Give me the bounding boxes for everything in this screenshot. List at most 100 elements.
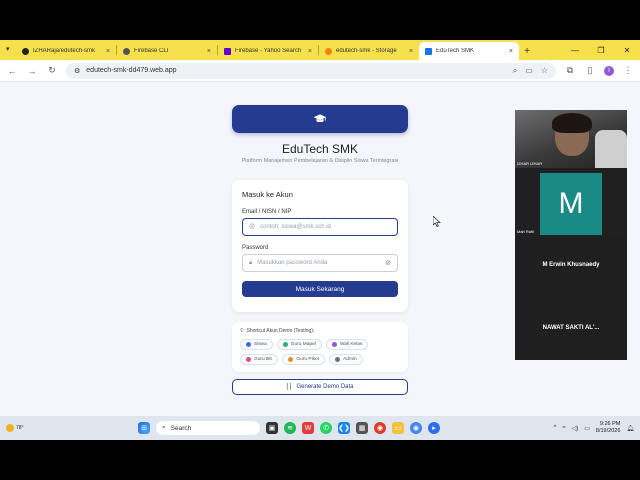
globe-icon [123,47,130,55]
generate-demo-data-button[interactable]: [ ] Generate Demo Data [232,379,408,395]
tab-yahoo-search[interactable]: Firebase - Yahoo Search × [218,42,318,60]
taskbar-clock[interactable]: 9:26 PM 8/19/2026 [596,421,620,435]
app-subtitle: Platform Manajemen Pembelajaran & Disipl… [241,158,399,164]
tab-github[interactable]: IZHARaja/edutech-smk × [16,42,116,60]
weather-widget[interactable]: 78° [6,424,126,432]
tab-search-icon[interactable]: ▾ [6,45,10,53]
shortcut-title: Shortcut Akun Demo (Testing): [246,328,315,334]
battery-icon[interactable]: ▭ [584,425,590,432]
chrome-icon[interactable]: ◉ [374,422,386,434]
email-label: Email / NISN / NIP [242,209,292,215]
lightbulb-icon: 💡︎ [240,328,244,334]
close-icon[interactable]: × [308,48,312,55]
yahoo-icon [224,47,231,55]
windows-taskbar: 78° ⊞ ⌕ Search ▣ ≋ W ✆ ❮❯ ▦ ◉ ▭ ◉ ▸ ^ ≈ … [0,416,640,440]
dot-icon [331,342,337,347]
task-view-icon[interactable]: ▣ [266,422,278,434]
login-submit-button[interactable]: Masuk Sekarang [242,281,398,297]
minimize-icon[interactable]: — [562,46,588,55]
shortcut-chip-guru-piket[interactable]: Guru Piket [282,354,326,365]
file-explorer-icon[interactable]: ▭ [392,422,404,434]
tab-firebase-cli[interactable]: Firebase CLI × [117,42,217,60]
sidepanel-icon[interactable]: ▯ [584,65,596,76]
cast-icon[interactable]: ▭ [525,66,533,76]
browser-tab-strip: ▾ IZHARaja/edutech-smk × Firebase CLI × … [0,40,640,60]
close-icon[interactable]: × [207,48,211,55]
volume-icon[interactable]: ◁) [572,425,579,432]
shortcut-chip-admin[interactable]: Admin [329,354,363,365]
notification-bell-icon[interactable]: 🔔︎ [626,425,634,432]
shortcut-chip-guru-bk[interactable]: Guru BK [240,354,279,365]
windows-start-icon[interactable]: ⊞ [138,422,150,434]
desktop: ▾ IZHARaja/edutech-smk × Firebase CLI × … [0,0,640,480]
flutter-icon [425,47,432,55]
back-icon[interactable]: ← [6,66,18,76]
site-info-icon[interactable]: ⚙ [74,67,80,75]
password-label: Password [242,245,269,251]
url-text: edutech-smk-dd479.web.app [86,67,177,74]
participant-tile-name: Mah Rafli [517,229,534,234]
close-window-icon[interactable]: ✕ [614,46,640,55]
email-placeholder: contoh: siswa@smk.sch.id [260,224,331,230]
at-sign-icon: @ [249,224,256,230]
graduation-cap-icon [313,114,327,122]
github-icon [22,47,29,55]
chrome-profile-icon[interactable]: ◉ [410,422,422,434]
vscode-icon[interactable]: ❮❯ [338,422,350,434]
demo-shortcuts-panel: 💡︎ Shortcut Akun Demo (Testing): Siswa G… [232,322,408,372]
camera-participant-name: IZHAR IZHAR [517,161,543,166]
login-heading: Masuk ke Akun [242,190,293,199]
reload-icon[interactable]: ↻ [46,65,58,76]
firebase-icon [325,47,332,55]
participant-name: M Erwin Khusnaedy [542,262,600,268]
dot-icon [335,357,341,362]
password-field[interactable]: 🔒︎ Masukkan password Anda ⊘ [242,254,398,272]
browser-toolbar: ← → ↻ ⚙ edutech-smk-dd479.web.app ⌕ ▭ ☆ … [0,60,640,82]
shortcut-chips: Siswa Guru Mapel Wali Kelas Guru BK Guru… [240,339,400,365]
zoom-icon[interactable]: ⌕ [513,66,517,76]
close-icon[interactable]: × [409,48,413,55]
participant-avatar: M [540,173,602,235]
new-tab-button[interactable]: + [519,42,535,60]
email-field[interactable]: @ contoh: siswa@smk.sch.id [242,218,398,236]
tab-edutech-smk[interactable]: EduTech SMK × [419,42,519,60]
app-logo-banner [232,105,408,133]
zoom-app-icon[interactable]: ▸ [428,422,440,434]
close-icon[interactable]: × [509,48,513,55]
wps-office-icon[interactable]: W [302,422,314,434]
camera-tile: IZHAR IZHAR [515,110,627,168]
search-icon: ⌕ [162,424,166,431]
dot-icon [282,342,288,347]
lock-icon: 🔒︎ [249,259,253,266]
shortcut-chip-siswa[interactable]: Siswa [240,339,273,350]
database-icon: [ ] [286,384,292,390]
window-controls: — ❐ ✕ [562,40,640,60]
dot-icon [246,357,251,362]
participant-name: NAWAT SAKTI AL'... [542,325,600,331]
kebab-menu-icon[interactable]: ⋮ [622,65,634,76]
spotify-icon[interactable]: ≋ [284,422,296,434]
bookmark-star-icon[interactable]: ☆ [541,66,548,76]
participant-tile: M Mah Rafli [515,170,627,236]
app-title: EduTech SMK [281,142,359,156]
whatsapp-icon[interactable]: ✆ [320,422,332,434]
weather-sun-icon [6,424,14,432]
eye-off-icon[interactable]: ⊘ [385,259,391,267]
forward-icon[interactable]: → [26,66,38,76]
tab-firebase-storage[interactable]: edutech-smk - Storage × [319,42,419,60]
close-icon[interactable]: × [106,48,110,55]
shortcut-chip-wali-kelas[interactable]: Wali Kelas [325,339,369,350]
wifi-icon[interactable]: ≈ [562,425,565,431]
explorer-icon[interactable]: ▦ [356,422,368,434]
video-call-panel: IZHAR IZHAR M Mah Rafli M Erwin Khusnaed… [515,110,627,360]
system-tray: ^ ≈ ◁) ▭ 9:26 PM 8/19/2026 🔔︎ [553,421,634,435]
taskbar-search-input[interactable]: ⌕ Search [156,421,260,435]
maximize-icon[interactable]: ❐ [588,46,614,55]
dot-icon [246,342,251,347]
chevron-up-icon[interactable]: ^ [553,425,556,431]
shortcut-chip-guru-mapel[interactable]: Guru Mapel [276,339,322,350]
profile-avatar[interactable]: I [604,65,614,76]
password-placeholder: Masukkan password Anda [257,260,328,266]
address-bar[interactable]: ⚙ edutech-smk-dd479.web.app ⌕ ▭ ☆ [66,62,556,79]
extensions-icon[interactable]: ⧉ [564,65,576,76]
